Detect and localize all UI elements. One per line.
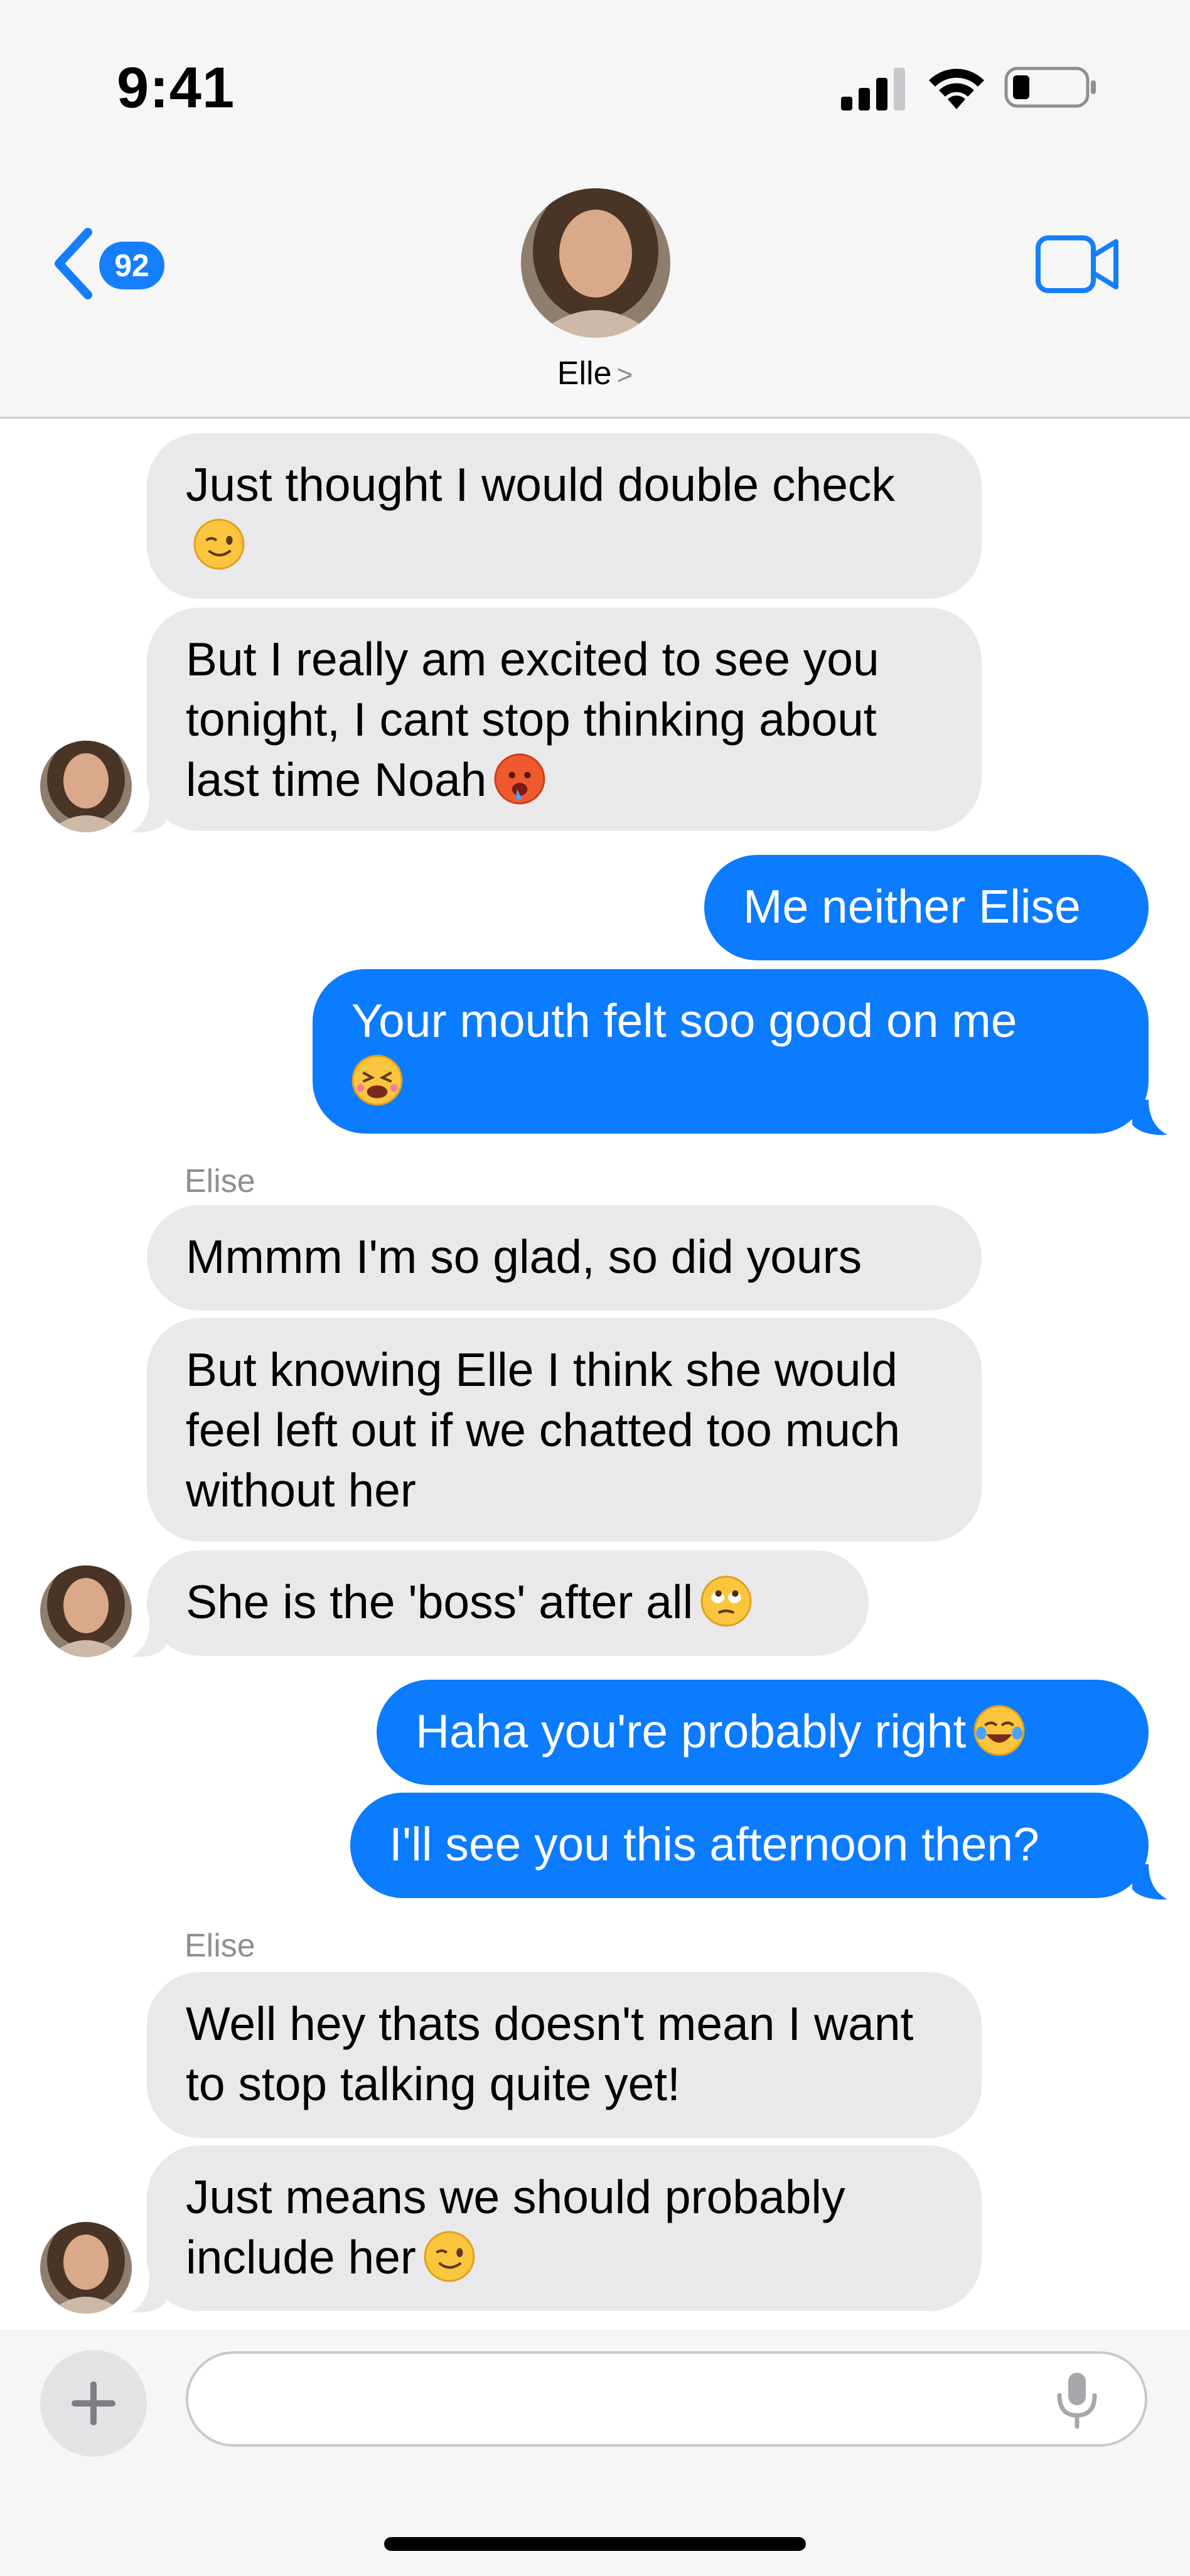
winking-face-icon (424, 2231, 475, 2282)
home-indicator (384, 2537, 806, 2551)
tired-face-icon (351, 1055, 403, 1106)
incoming-message[interactable]: But I really am excited to see you tonig… (147, 608, 982, 831)
message-text: But knowing Elle I think she would feel … (186, 1343, 901, 1516)
wifi-icon (929, 68, 984, 109)
message-text: Well hey thats doesn't mean I want to st… (186, 1997, 914, 2110)
sender-avatar[interactable] (40, 2222, 132, 2314)
contact-name[interactable]: Elle > (0, 355, 1190, 392)
message-text: I'll see you this afternoon then? (389, 1818, 1039, 1870)
message-input[interactable] (186, 2351, 1147, 2447)
cellular-signal-icon (841, 68, 905, 110)
sender-avatar[interactable] (40, 1565, 132, 1657)
attachments-button[interactable] (40, 2350, 147, 2457)
video-camera-icon[interactable] (1036, 235, 1121, 293)
message-text: Your mouth felt soo good on me (351, 994, 1017, 1047)
message-text: Just means we should probably include he… (186, 2171, 845, 2284)
bubble-tail (131, 1622, 166, 1658)
incoming-message[interactable]: Well hey thats doesn't mean I want to st… (147, 1972, 982, 2138)
hot-face-icon (494, 753, 545, 805)
contact-chevron: > (616, 360, 633, 390)
tears-of-joy-face-icon (973, 1705, 1025, 1756)
outgoing-message[interactable]: I'll see you this afternoon then? (350, 1793, 1149, 1898)
bubble-tail (1132, 1100, 1167, 1135)
message-text: Just thought I would double check (186, 458, 895, 511)
conversation-header: 9:41 92 Elle > (0, 0, 1190, 419)
message-text: She is the 'boss' after all (186, 1575, 694, 1628)
sender-name: Elise (185, 1928, 255, 1964)
rolling-eyes-face-icon (700, 1575, 752, 1627)
message-text: Haha you're probably right (415, 1705, 967, 1758)
plus-icon (72, 2381, 115, 2425)
message-text: Mmmm I'm so glad, so did yours (186, 1230, 862, 1283)
incoming-message[interactable]: Mmmm I'm so glad, so did yours (147, 1205, 982, 1311)
contact-avatar[interactable] (521, 188, 670, 338)
incoming-message[interactable]: But knowing Elle I think she would feel … (147, 1318, 982, 1542)
incoming-message[interactable]: Just means we should probably include he… (147, 2145, 982, 2311)
sender-name: Elise (185, 1163, 255, 1199)
bubble-tail (131, 797, 166, 833)
status-time: 9:41 (117, 56, 235, 120)
outgoing-message[interactable]: Your mouth felt soo good on me (313, 969, 1149, 1134)
microphone-icon[interactable] (1054, 2370, 1100, 2430)
message-text: Me neither Elise (743, 880, 1081, 933)
unread-count-badge[interactable]: 92 (99, 242, 164, 289)
outgoing-message[interactable]: Me neither Elise (704, 855, 1149, 960)
battery-icon (1004, 67, 1096, 108)
winking-face-icon (193, 518, 245, 570)
outgoing-message[interactable]: Haha you're probably right (377, 1680, 1149, 1785)
sender-avatar[interactable] (40, 741, 132, 832)
bubble-tail (131, 2277, 166, 2313)
incoming-message[interactable]: Just thought I would double check (147, 433, 982, 599)
contact-name-label[interactable]: Elle (557, 355, 612, 392)
bubble-tail (1132, 1864, 1167, 1900)
incoming-message[interactable]: She is the 'boss' after all (147, 1550, 869, 1656)
